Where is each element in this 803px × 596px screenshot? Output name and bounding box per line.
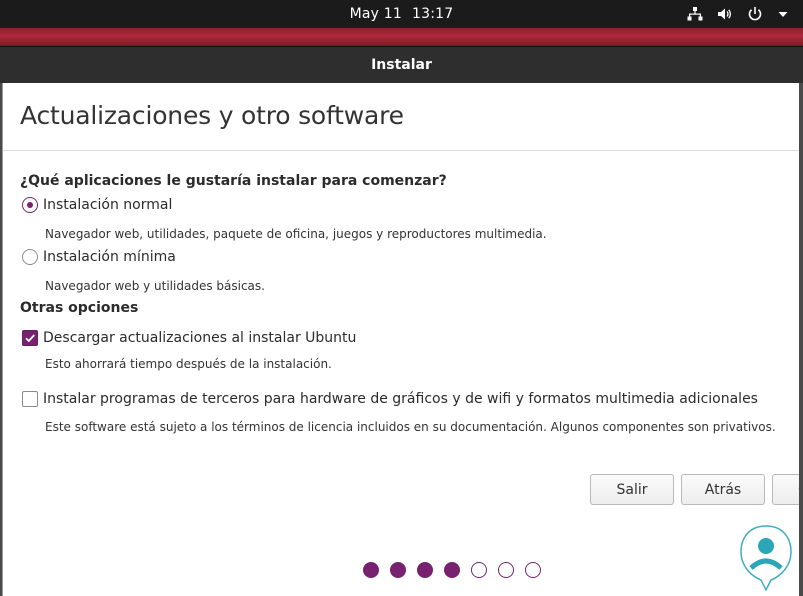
other-options-heading: Otras opciones	[20, 300, 139, 316]
desktop-strip	[0, 28, 803, 46]
page-title: Actualizaciones y otro software	[20, 101, 404, 130]
title-divider	[3, 150, 799, 151]
normal-install-label: Instalación normal	[43, 197, 173, 213]
progress-dot-complete	[363, 562, 379, 578]
progress-dot-pending	[471, 562, 487, 578]
minimal-install-description: Navegador web y utilidades básicas.	[45, 279, 265, 293]
system-tray[interactable]	[687, 0, 789, 28]
progress-dot-complete	[444, 562, 460, 578]
progress-dot-pending	[498, 562, 514, 578]
minimal-install-label: Instalación mínima	[43, 249, 176, 265]
download-updates-checkbox[interactable]: Descargar actualizaciones al instalar Ub…	[22, 330, 356, 346]
radio-selected-icon[interactable]	[22, 197, 38, 213]
menu-arrow-icon[interactable]	[777, 8, 789, 20]
time-label: 13:17	[412, 6, 454, 22]
third-party-description: Este software está sujeto a los términos…	[45, 420, 776, 434]
normal-install-radio[interactable]: Instalación normal	[22, 197, 172, 213]
install-question: ¿Qué aplicaciones le gustaría instalar p…	[20, 173, 447, 189]
radio-unselected-icon[interactable]	[22, 249, 38, 265]
quit-button[interactable]: Salir	[590, 474, 674, 505]
progress-dot-complete	[417, 562, 433, 578]
continue-button[interactable]: C	[772, 474, 799, 505]
minimal-install-radio[interactable]: Instalación mínima	[22, 249, 176, 265]
third-party-label: Instalar programas de terceros para hard…	[43, 391, 758, 407]
back-button[interactable]: Atrás	[681, 474, 765, 505]
checkbox-unchecked-icon[interactable]	[22, 391, 38, 407]
checkbox-checked-icon[interactable]	[22, 330, 38, 346]
window-header[interactable]: Instalar	[0, 46, 803, 83]
progress-dots	[363, 562, 541, 578]
volume-icon[interactable]	[717, 6, 733, 22]
installer-window: Actualizaciones y otro software ¿Qué apl…	[2, 83, 799, 596]
progress-dot-complete	[390, 562, 406, 578]
network-icon[interactable]	[687, 6, 703, 22]
download-updates-label: Descargar actualizaciones al instalar Ub…	[43, 330, 357, 346]
window-title: Instalar	[371, 57, 432, 73]
clock[interactable]: May 11 13:17	[0, 0, 803, 28]
progress-dot-pending	[525, 562, 541, 578]
download-updates-description: Esto ahorrará tiempo después de la insta…	[45, 357, 332, 371]
top-panel: May 11 13:17	[0, 0, 803, 28]
watermark-logo	[740, 525, 792, 592]
normal-install-description: Navegador web, utilidades, paquete de of…	[45, 227, 547, 241]
date-label: May 11	[349, 6, 403, 22]
third-party-checkbox[interactable]: Instalar programas de terceros para hard…	[22, 391, 758, 407]
power-icon[interactable]	[747, 6, 763, 22]
